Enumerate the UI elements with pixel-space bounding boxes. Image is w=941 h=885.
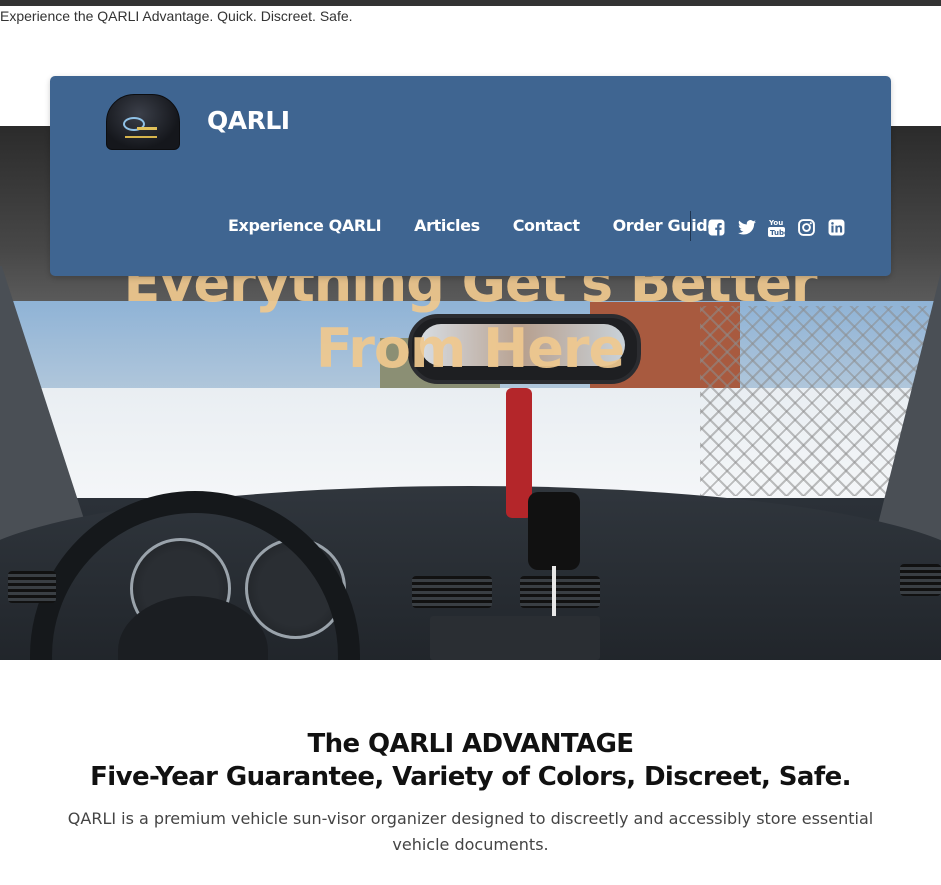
nav-divider	[690, 211, 691, 241]
advantage-description: QARLI is a premium vehicle sun-visor org…	[67, 809, 874, 854]
youtube-icon[interactable]: You Tube	[767, 218, 786, 237]
top-strip	[0, 0, 941, 6]
linkedin-icon[interactable]	[827, 218, 846, 237]
svg-text:You: You	[768, 219, 783, 227]
announcement-text: Experience the QARLI Advantage. Quick. D…	[0, 8, 353, 24]
nav-order-guide[interactable]: Order Guide	[613, 216, 719, 235]
nav-contact[interactable]: Contact	[513, 216, 580, 235]
instagram-icon[interactable]	[797, 218, 816, 237]
hero-vent	[900, 564, 941, 596]
twitter-icon[interactable]	[737, 218, 756, 237]
hero-vent	[412, 576, 492, 608]
logo-text-mark	[125, 136, 157, 138]
site-header: QARLI Experience QARLI Articles Contact …	[50, 76, 891, 276]
hero-phone	[528, 492, 580, 570]
advantage-title-line1: The QARLI ADVANTAGE	[307, 729, 635, 759]
nav-experience-qarli[interactable]: Experience QARLI	[228, 216, 382, 235]
nav-articles[interactable]: Articles	[414, 216, 480, 235]
sun-visor-organizer-logo-icon[interactable]	[106, 94, 180, 150]
facebook-icon[interactable]	[707, 218, 726, 237]
social-links: You Tube	[707, 218, 846, 237]
hero-vent	[520, 576, 600, 608]
main-nav: Experience QARLI Articles Contact Order …	[228, 216, 751, 235]
hero-radio	[430, 616, 600, 660]
svg-text:Tube: Tube	[770, 229, 785, 237]
brand-name[interactable]: QARLI	[207, 106, 290, 135]
advantage-title-line2: Five-Year Guarantee, Variety of Colors, …	[90, 762, 851, 792]
advantage-heading: The QARLI ADVANTAGE Five-Year Guarantee,…	[0, 728, 941, 794]
logo-text-mark	[137, 127, 157, 130]
hero-vent	[8, 571, 56, 603]
